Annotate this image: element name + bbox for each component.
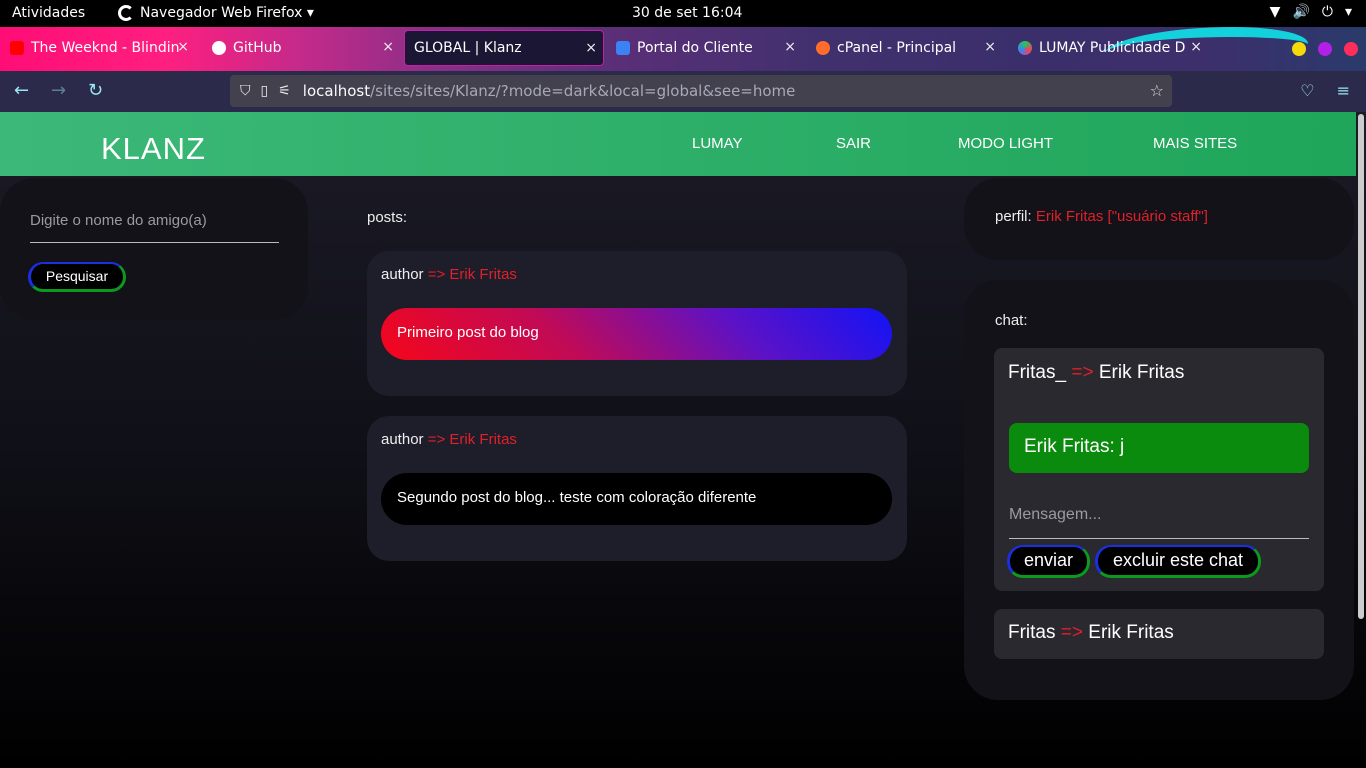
wifi-icon: ▼ [1269,4,1281,20]
close-tab-icon[interactable]: × [382,39,394,55]
system-tray[interactable]: ▼ 🔊 ⏻ ▾ [1270,4,1352,20]
tab-title: The Weeknd - Blindin [31,40,180,56]
site-logo[interactable]: KLANZ [101,131,206,167]
post-author: author => Erik Fritas [381,266,517,283]
tab-strip: The Weeknd - Blindin × GitHub × GLOBAL |… [0,27,1366,71]
close-tab-icon[interactable]: × [177,39,189,55]
reload-icon[interactable]: ↻ [88,80,103,101]
forward-icon[interactable]: → [51,80,66,101]
maximize-icon[interactable] [1318,42,1332,56]
page-scrollbar[interactable] [1358,114,1364,619]
post-body: Primeiro post do blog [381,308,892,360]
url-host: localhost [302,82,371,100]
profile-line: perfil: Erik Fritas ["usuário staff"] [995,208,1208,225]
message-input[interactable]: Mensagem... [1009,503,1309,539]
page-icon: ▯ [260,83,269,99]
posts-heading: posts: [367,209,408,226]
portal-icon [616,41,630,55]
post-card: author => Erik Fritas Segundo post do bl… [367,416,907,561]
tab-klanz[interactable]: GLOBAL | Klanz × [404,30,604,66]
tab-title: LUMAY Publicidade D [1039,40,1186,56]
menu-sair[interactable]: SAIR [836,135,871,152]
navigation-toolbar: ← → ↻ ⛉ ▯ ⚟ localhost/sites/sites/Klanz/… [0,71,1366,112]
tray-chevron-icon: ▾ [1344,4,1352,20]
post-body: Segundo post do blog... teste com colora… [381,473,892,525]
tab-title: GLOBAL | Klanz [414,40,522,56]
tab-title: Portal do Cliente [637,40,753,56]
post-author: author => Erik Fritas [381,431,517,448]
youtube-icon [10,41,24,55]
github-icon [212,41,226,55]
menu-lumay[interactable]: LUMAY [692,135,743,152]
url-bar[interactable]: ⛉ ▯ ⚟ localhost/sites/sites/Klanz/?mode=… [230,75,1172,107]
back-icon[interactable]: ← [14,80,29,101]
clock[interactable]: 30 de set 16:04 [632,5,742,21]
chat-thread-open: Fritas_ => Erik Fritas Erik Fritas: j Me… [994,348,1324,591]
close-tab-icon[interactable]: × [984,39,996,55]
tab-portal[interactable]: Portal do Cliente × [616,30,802,66]
app-menu[interactable]: Navegador Web Firefox ▾ [118,5,314,21]
shield-icon[interactable]: ⛉ [240,83,251,99]
permissions-icon[interactable]: ⚟ [278,83,291,99]
profile-label: perfil: [995,208,1032,225]
menu-mais-sites[interactable]: MAIS SITES [1153,135,1237,152]
close-tab-icon[interactable]: × [585,40,597,56]
chat-card: chat: Fritas_ => Erik Fritas Erik Fritas… [964,280,1354,700]
tab-lumay[interactable]: LUMAY Publicidade D × [1018,30,1208,66]
search-button[interactable]: Pesquisar [28,262,126,292]
close-window-icon[interactable] [1344,42,1358,56]
profile-card: perfil: Erik Fritas ["usuário staff"] [964,178,1354,260]
thread-header[interactable]: Fritas_ => Erik Fritas [1008,362,1184,384]
friend-search-card: Digite o nome do amigo(a) Pesquisar [0,178,308,320]
friend-search-input[interactable]: Digite o nome do amigo(a) [30,208,279,243]
minimize-icon[interactable] [1292,42,1306,56]
profile-value: Erik Fritas ["usuário staff"] [1035,208,1208,225]
power-icon: ⏻ [1321,4,1333,20]
os-top-bar: Atividades Navegador Web Firefox ▾ 30 de… [0,0,1366,27]
tab-title: cPanel - Principal [837,40,957,56]
url-path: /sites/sites/Klanz/?mode=dark&local=glob… [370,82,796,100]
close-tab-icon[interactable]: × [784,39,796,55]
post-card: author => Erik Fritas Primeiro post do b… [367,251,907,396]
lumay-icon [1018,41,1032,55]
hamburger-menu-icon[interactable]: ≡ [1337,81,1350,100]
chat-heading: chat: [995,312,1028,329]
app-name: Navegador Web Firefox ▾ [140,5,314,21]
tab-title: GitHub [233,40,282,56]
page-viewport: KLANZ LUMAY SAIR MODO LIGHT MAIS SITES D… [0,112,1366,768]
author-name[interactable]: Erik Fritas [449,431,517,448]
chat-message: Erik Fritas: j [1009,423,1309,473]
bookmark-star-icon[interactable]: ☆ [1150,81,1164,100]
author-name[interactable]: Erik Fritas [449,266,517,283]
tab-github[interactable]: GitHub × [212,30,400,66]
cpanel-icon [816,41,830,55]
volume-icon: 🔊 [1292,4,1310,20]
site-header: KLANZ LUMAY SAIR MODO LIGHT MAIS SITES [0,112,1356,176]
firefox-icon [118,5,134,21]
tab-cpanel[interactable]: cPanel - Principal × [816,30,1002,66]
thread-header[interactable]: Fritas => Erik Fritas [1008,622,1174,644]
tab-youtube[interactable]: The Weeknd - Blindin × [10,30,195,66]
chat-thread-collapsed[interactable]: Fritas => Erik Fritas [994,609,1324,659]
close-tab-icon[interactable]: × [1190,39,1202,55]
delete-chat-button[interactable]: excluir este chat [1095,545,1261,578]
menu-modo-light[interactable]: MODO LIGHT [958,135,1053,152]
pocket-icon[interactable]: ♡ [1300,81,1314,100]
window-controls[interactable] [1292,42,1358,56]
activities-button[interactable]: Atividades [12,5,85,21]
send-button[interactable]: enviar [1007,545,1090,578]
